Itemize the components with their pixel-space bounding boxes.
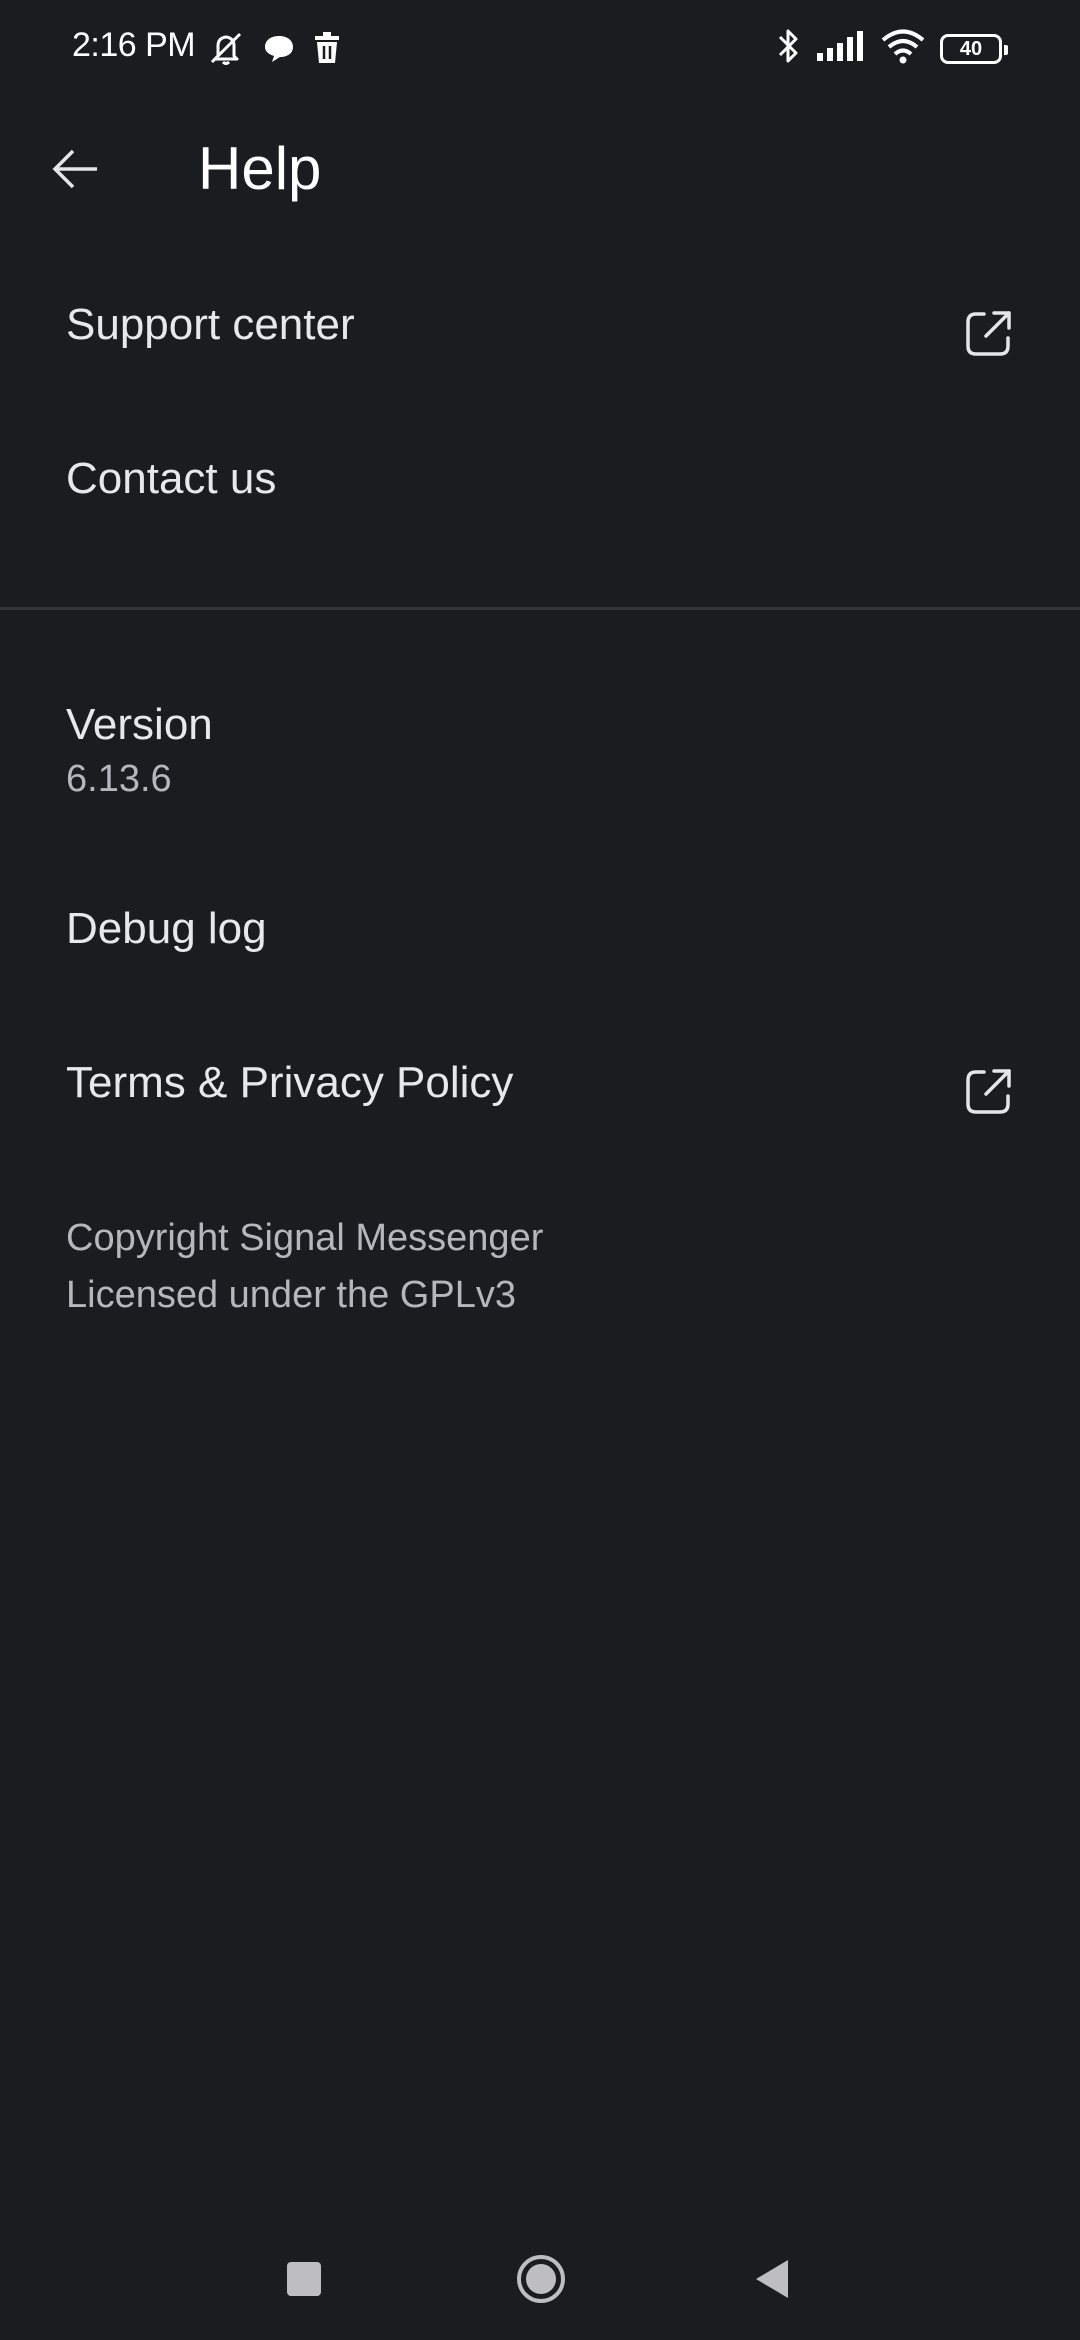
status-bar: 2:16 PM 40 xyxy=(0,0,1080,100)
wifi-icon xyxy=(880,28,926,69)
version-value: 6.13.6 xyxy=(66,758,172,800)
battery-icon: 40 xyxy=(940,33,1008,64)
status-right-icons: 40 xyxy=(774,26,1008,71)
external-link-icon xyxy=(966,311,1011,356)
arrow-left-icon xyxy=(52,149,97,189)
version-item: Version 6.13.6 xyxy=(0,700,1080,801)
version-label: Version xyxy=(66,700,213,749)
divider xyxy=(0,607,1080,610)
support-center-label: Support center xyxy=(66,300,355,349)
contact-us-item[interactable]: Contact us xyxy=(0,454,1080,524)
help-screen: 2:16 PM 40 Help Support center Contact u… xyxy=(0,0,1080,2340)
support-center-item[interactable]: Support center xyxy=(0,300,1080,370)
terms-privacy-item[interactable]: Terms & Privacy Policy xyxy=(0,1058,1080,1128)
license-line: Licensed under the GPLv3 xyxy=(66,1274,516,1316)
copyright-line: Copyright Signal Messenger xyxy=(66,1217,544,1259)
mute-icon xyxy=(206,28,246,73)
debug-log-label: Debug log xyxy=(66,904,267,953)
chat-bubble-icon xyxy=(262,31,296,70)
status-time: 2:16 PM xyxy=(72,26,196,64)
home-button[interactable] xyxy=(515,2253,567,2305)
app-bar: Help xyxy=(0,100,1080,240)
external-link-icon xyxy=(966,1069,1011,1114)
contact-us-label: Contact us xyxy=(66,454,277,503)
battery-level: 40 xyxy=(959,37,983,60)
nav-back-button[interactable] xyxy=(754,2258,790,2300)
page-title: Help xyxy=(198,135,322,202)
terms-privacy-label: Terms & Privacy Policy xyxy=(66,1058,514,1107)
bluetooth-icon xyxy=(774,26,802,71)
signal-icon xyxy=(816,29,866,68)
back-button[interactable] xyxy=(30,124,120,214)
recents-button[interactable] xyxy=(287,2262,321,2296)
status-left-icons xyxy=(206,28,342,73)
system-nav-bar xyxy=(0,2220,1080,2340)
trash-icon xyxy=(312,31,342,70)
copyright-footer: Copyright Signal Messenger Licensed unde… xyxy=(66,1210,543,1324)
debug-log-item[interactable]: Debug log xyxy=(0,904,1080,974)
